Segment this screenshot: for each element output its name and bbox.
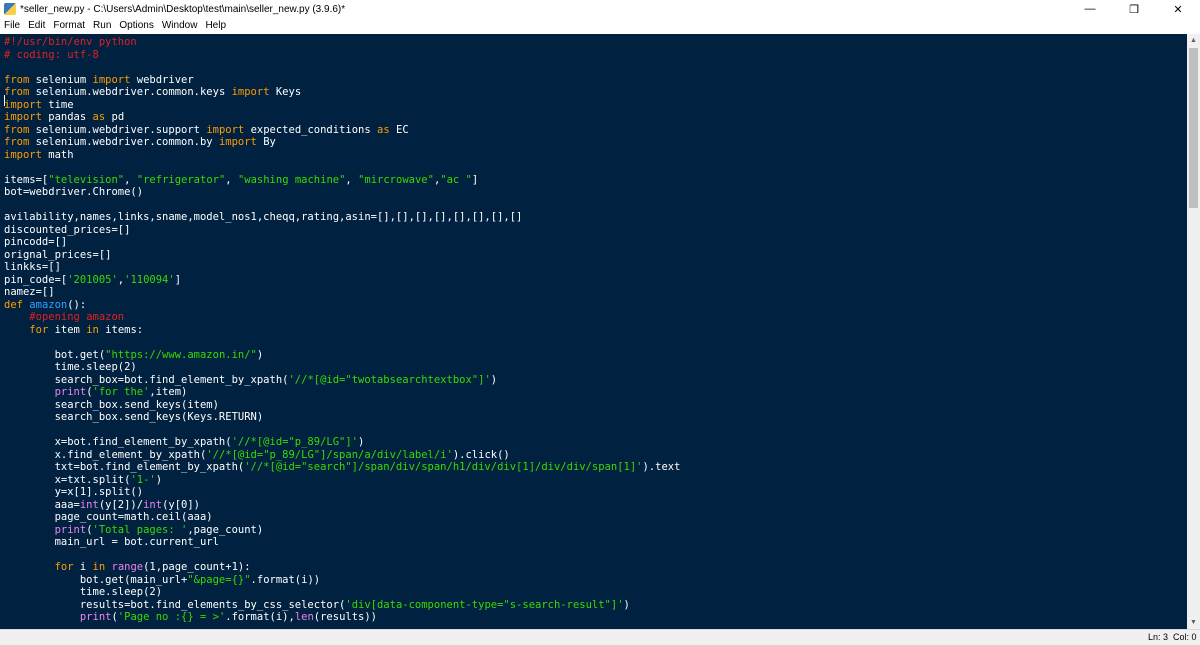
- code-editor[interactable]: #!/usr/bin/env python # coding: utf-8 fr…: [0, 34, 1187, 629]
- python-idle-icon: [4, 3, 16, 15]
- window-controls: — ❐ ✕: [1068, 0, 1200, 18]
- vertical-scrollbar[interactable]: ▲ ▼: [1187, 34, 1200, 629]
- title-bar: *seller_new.py - C:\Users\Admin\Desktop\…: [0, 0, 1200, 18]
- menu-edit[interactable]: Edit: [24, 18, 49, 34]
- menu-format[interactable]: Format: [49, 18, 89, 34]
- close-button[interactable]: ✕: [1156, 0, 1200, 18]
- text-cursor: [4, 95, 5, 106]
- menu-help[interactable]: Help: [201, 18, 230, 34]
- line-indicator: Ln: 3: [1148, 632, 1169, 642]
- menu-options[interactable]: Options: [115, 18, 157, 34]
- scroll-up-arrow-icon[interactable]: ▲: [1187, 34, 1200, 47]
- status-bar: Ln: 3 Col: 0: [0, 629, 1200, 645]
- code-text[interactable]: #!/usr/bin/env python # coding: utf-8 fr…: [4, 36, 680, 624]
- maximize-button[interactable]: ❐: [1112, 0, 1156, 18]
- scroll-down-arrow-icon[interactable]: ▼: [1187, 616, 1200, 629]
- menu-file[interactable]: File: [0, 18, 24, 34]
- minimize-button[interactable]: —: [1068, 0, 1112, 18]
- window-title: *seller_new.py - C:\Users\Admin\Desktop\…: [20, 3, 346, 15]
- menu-window[interactable]: Window: [158, 18, 202, 34]
- menu-bar: File Edit Format Run Options Window Help: [0, 18, 1200, 34]
- scroll-thumb[interactable]: [1189, 48, 1198, 208]
- column-indicator: Col: 0: [1173, 632, 1197, 642]
- menu-run[interactable]: Run: [89, 18, 115, 34]
